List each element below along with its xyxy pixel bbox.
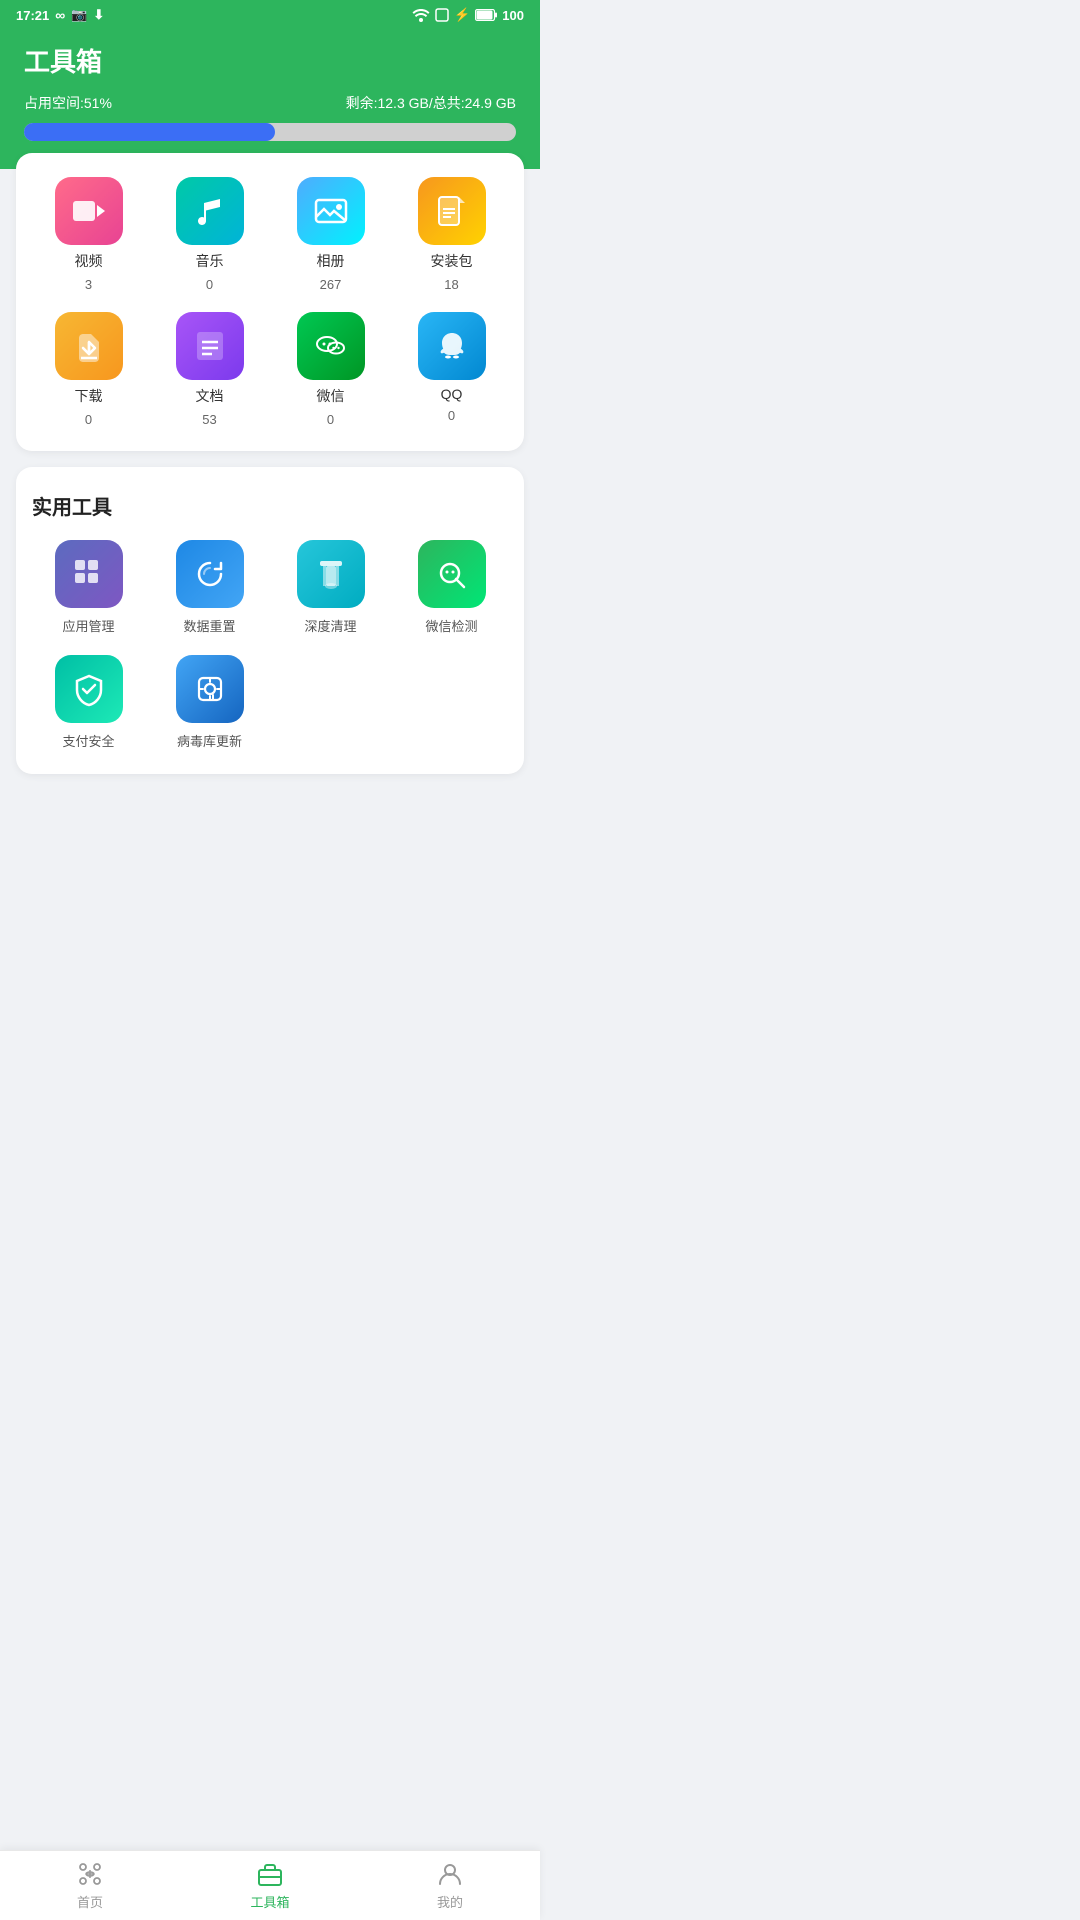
- toolbox-nav-label: 工具箱: [250, 1892, 289, 1911]
- download-count: 0: [85, 412, 92, 427]
- tool-item-data-reset[interactable]: 数据重置: [153, 540, 266, 635]
- apk-count: 18: [444, 277, 458, 292]
- toolbox-icon: [256, 1860, 284, 1888]
- photo-label: 相册: [317, 251, 345, 271]
- video-count: 3: [85, 277, 92, 292]
- tool-item-app-mgr[interactable]: 应用管理: [32, 540, 145, 635]
- file-item-music[interactable]: 音乐 0: [153, 177, 266, 292]
- battery-percent: 100: [502, 8, 524, 23]
- qq-icon: [418, 312, 486, 380]
- page-title: 工具箱: [24, 42, 516, 79]
- status-download-icon: ⬇: [93, 7, 104, 23]
- file-item-download[interactable]: 下载 0: [32, 312, 145, 427]
- tool-item-wx-detect[interactable]: 微信检测: [395, 540, 508, 635]
- apk-icon: [418, 177, 486, 245]
- status-bar: 17:21 ∞ 📷 ⬇ ⚡ 100: [0, 0, 540, 30]
- wx-detect-icon: [418, 540, 486, 608]
- storage-remain-label: 剩余:12.3 GB/总共:24.9 GB: [346, 93, 516, 113]
- data-reset-label: 数据重置: [183, 616, 235, 635]
- wx-detect-label: 微信检测: [425, 616, 477, 635]
- wifi-icon: [412, 8, 430, 22]
- home-icon: [76, 1860, 104, 1888]
- mine-icon: [436, 1860, 464, 1888]
- qq-label: QQ: [441, 386, 463, 402]
- tools-section-title: 实用工具: [32, 491, 508, 520]
- tool-item-virus-update[interactable]: 病毒库更新: [153, 655, 266, 750]
- main-content: 视频 3 音乐 0: [0, 153, 540, 890]
- download-label: 下载: [75, 386, 103, 406]
- sim-icon: [435, 8, 449, 22]
- video-label: 视频: [75, 251, 103, 271]
- nav-item-mine[interactable]: 我的: [360, 1860, 540, 1911]
- photo-icon: [297, 177, 365, 245]
- tool-item-pay-safe[interactable]: 支付安全: [32, 655, 145, 750]
- app-mgr-icon: [55, 540, 123, 608]
- virus-update-label: 病毒库更新: [177, 731, 242, 750]
- virus-update-icon: [176, 655, 244, 723]
- doc-icon: [176, 312, 244, 380]
- storage-bar-background: [24, 123, 516, 141]
- pay-safe-label: 支付安全: [62, 731, 114, 750]
- data-reset-icon: [176, 540, 244, 608]
- file-grid: 视频 3 音乐 0: [32, 177, 508, 427]
- charging-icon: ⚡: [454, 7, 470, 23]
- file-item-wechat[interactable]: 微信 0: [274, 312, 387, 427]
- apk-label: 安装包: [431, 251, 473, 271]
- music-count: 0: [206, 277, 213, 292]
- bottom-navigation: 首页 工具箱 我的: [0, 1850, 540, 1920]
- file-item-apk[interactable]: 安装包 18: [395, 177, 508, 292]
- photo-count: 267: [320, 277, 342, 292]
- mine-nav-label: 我的: [437, 1892, 463, 1911]
- app-mgr-label: 应用管理: [62, 616, 114, 635]
- status-time: 17:21: [16, 8, 49, 23]
- file-item-doc[interactable]: 文档 53: [153, 312, 266, 427]
- storage-info: 占用空间:51% 剩余:12.3 GB/总共:24.9 GB: [24, 93, 516, 113]
- deep-clean-label: 深度清理: [304, 616, 356, 635]
- wechat-count: 0: [327, 412, 334, 427]
- deep-clean-icon: [297, 540, 365, 608]
- home-nav-label: 首页: [77, 1892, 103, 1911]
- status-left: 17:21 ∞ 📷 ⬇: [16, 7, 104, 23]
- music-label: 音乐: [196, 251, 224, 271]
- status-right: ⚡ 100: [412, 7, 524, 23]
- doc-count: 53: [202, 412, 216, 427]
- tools-grid: 应用管理 数据重置: [32, 540, 508, 750]
- wechat-label: 微信: [317, 386, 345, 406]
- tools-card: 实用工具 应用管理: [16, 467, 524, 774]
- download-icon: [55, 312, 123, 380]
- status-camera-icon: 📷: [71, 7, 87, 23]
- doc-label: 文档: [196, 386, 224, 406]
- file-categories-card: 视频 3 音乐 0: [16, 153, 524, 451]
- tool-item-deep-clean[interactable]: 深度清理: [274, 540, 387, 635]
- storage-used-label: 占用空间:51%: [24, 93, 112, 113]
- qq-count: 0: [448, 408, 455, 423]
- file-item-qq[interactable]: QQ 0: [395, 312, 508, 427]
- storage-bar-fill: [24, 123, 275, 141]
- status-infinity-icon: ∞: [55, 7, 65, 23]
- header: 工具箱 占用空间:51% 剩余:12.3 GB/总共:24.9 GB: [0, 30, 540, 169]
- nav-item-toolbox[interactable]: 工具箱: [180, 1860, 360, 1911]
- file-item-video[interactable]: 视频 3: [32, 177, 145, 292]
- nav-item-home[interactable]: 首页: [0, 1860, 180, 1911]
- file-item-photo[interactable]: 相册 267: [274, 177, 387, 292]
- wechat-icon: [297, 312, 365, 380]
- music-icon: [176, 177, 244, 245]
- video-icon: [55, 177, 123, 245]
- pay-safe-icon: [55, 655, 123, 723]
- battery-icon: [475, 9, 497, 21]
